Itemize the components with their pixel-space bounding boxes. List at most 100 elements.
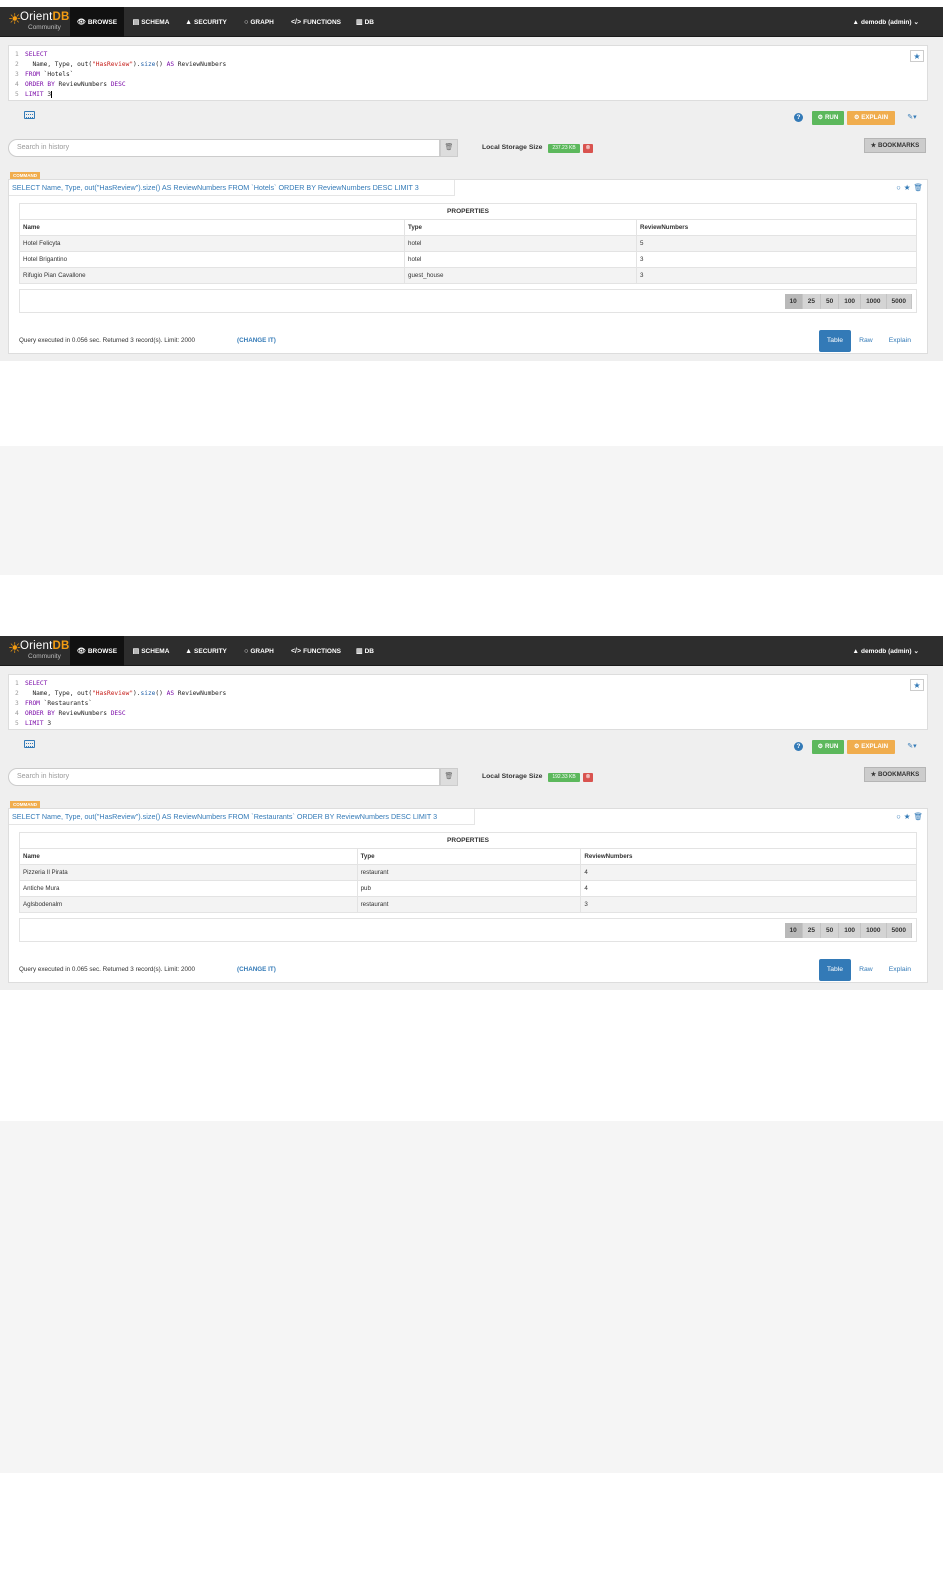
editor-line: 3 FROM `Hotels` <box>15 71 74 78</box>
bookmark-star-icon[interactable]: ★ <box>910 50 924 62</box>
code-icon: </> <box>290 18 302 26</box>
help-icon[interactable]: ? <box>794 742 803 751</box>
bookmarks-button[interactable]: ★ BOOKMARKS <box>864 138 926 153</box>
nav-schema[interactable]: ▤ SCHEMA <box>126 636 176 666</box>
nav-schema[interactable]: ▤ SCHEMA <box>126 7 176 37</box>
query-title[interactable]: SELECT Name, Type, out("HasReview").size… <box>9 809 475 825</box>
orientdb-logo[interactable]: ☀ OrientDB Community <box>8 638 69 664</box>
tab-explain[interactable]: Explain <box>881 330 919 352</box>
tab-raw[interactable]: Raw <box>851 330 881 352</box>
table-cell: guest_house <box>404 267 637 284</box>
eye-icon: 👁 <box>76 648 86 655</box>
page-size-option[interactable]: 50 <box>820 294 840 309</box>
clear-storage-button[interactable]: ⊗ <box>583 144 593 153</box>
table-row[interactable]: Hotel Felicyta hotel 5 <box>19 235 917 252</box>
refresh-icon[interactable]: ○ <box>896 183 901 192</box>
table-row[interactable]: Rifugio Pian Cavallone guest_house 3 <box>19 267 917 284</box>
page-size-option[interactable]: 25 <box>802 294 821 309</box>
table-cell: Hotel Brigantino <box>19 251 405 268</box>
bookmarks-button[interactable]: ★ BOOKMARKS <box>864 767 926 782</box>
user-menu[interactable]: ▲ demodb (admin) ⌄ <box>853 7 919 37</box>
page-size-option[interactable]: 1000 <box>861 294 887 309</box>
storage-size-badge: 237.23 KB <box>548 144 580 153</box>
page-size-option[interactable]: 100 <box>839 923 862 938</box>
refresh-icon[interactable]: ○ <box>896 812 901 821</box>
editor-line: 5 LIMIT 3 <box>15 720 52 727</box>
column-header[interactable]: Name <box>19 219 405 236</box>
panel-actions: ○ ★ 🗑 <box>896 812 923 821</box>
keyboard-icon[interactable] <box>24 740 35 748</box>
page-size-option[interactable]: 50 <box>820 923 840 938</box>
trash-icon[interactable]: 🗑 <box>440 139 458 157</box>
run-button[interactable]: ⚙ RUN <box>812 111 844 125</box>
table-row[interactable]: Pizzeria Il Pirata restaurant 4 <box>19 864 917 881</box>
page-size-option[interactable]: 10 <box>784 294 803 309</box>
page-size-option[interactable]: 5000 <box>886 923 912 938</box>
table-cell: restaurant <box>356 864 582 881</box>
nav-graph[interactable]: ○ GRAPH <box>238 636 280 666</box>
editor-line: 2 Name, Type, out("HasReview").size() AS… <box>15 690 227 697</box>
page-size-option[interactable]: 1000 <box>861 923 887 938</box>
tab-explain[interactable]: Explain <box>881 959 919 981</box>
nav-db[interactable]: ▥ DB <box>350 636 380 666</box>
table-cell: hotel <box>404 251 637 268</box>
history-search-input[interactable]: Search in history <box>8 139 440 157</box>
tab-raw[interactable]: Raw <box>851 959 881 981</box>
view-tabs: Table Raw Explain <box>818 959 919 981</box>
tab-table[interactable]: Table <box>818 330 852 352</box>
nav-graph[interactable]: ○ GRAPH <box>238 7 280 37</box>
column-header[interactable]: Type <box>356 848 582 865</box>
column-header[interactable]: Name <box>19 848 358 865</box>
page-size-option[interactable]: 10 <box>784 923 803 938</box>
trash-icon[interactable]: 🗑 <box>440 768 458 786</box>
query-editor[interactable]: 1 SELECT 2 Name, Type, out("HasReview").si… <box>8 45 928 101</box>
nav-browse[interactable]: 👁 BROWSE <box>70 7 124 37</box>
table-row[interactable]: Aglsbodenalm restaurant 3 <box>19 896 917 913</box>
nav-db[interactable]: ▥ DB <box>350 7 380 37</box>
table-cell: hotel <box>404 235 637 252</box>
query-title[interactable]: SELECT Name, Type, out("HasReview").size… <box>9 180 455 196</box>
nav-functions[interactable]: </> FUNCTIONS <box>286 7 346 37</box>
help-icon[interactable]: ? <box>794 113 803 122</box>
orientdb-logo[interactable]: ☀ OrientDB Community <box>8 9 69 35</box>
nav-security[interactable]: ▲ SECURITY <box>180 7 232 37</box>
table-cell: Antiche Mura <box>19 880 358 897</box>
bookmark-star-icon[interactable]: ★ <box>910 679 924 691</box>
run-button[interactable]: ⚙ RUN <box>812 740 844 754</box>
pagination-bar: 10 25 50 100 1000 5000 <box>19 289 917 313</box>
column-header[interactable]: ReviewNumbers <box>580 848 917 865</box>
keyboard-icon[interactable] <box>24 111 35 119</box>
wrench-icon[interactable]: ✎▾ <box>902 111 922 125</box>
editor-line: 4 ORDER BY ReviewNumbers DESC <box>15 81 126 88</box>
history-search-input[interactable]: Search in history <box>8 768 440 786</box>
query-editor[interactable]: 1 SELECT 2 Name, Type, out("HasReview").si… <box>8 674 928 730</box>
column-header[interactable]: ReviewNumbers <box>636 219 917 236</box>
table-cell: 3 <box>580 896 917 913</box>
change-limit-link[interactable]: (CHANGE IT) <box>237 337 276 344</box>
table-cell: Rifugio Pian Cavallone <box>19 267 405 284</box>
change-limit-link[interactable]: (CHANGE IT) <box>237 966 276 973</box>
star-icon[interactable]: ★ <box>904 183 911 192</box>
page-size-option[interactable]: 25 <box>802 923 821 938</box>
page-size-option[interactable]: 5000 <box>886 294 912 309</box>
star-icon[interactable]: ★ <box>904 812 911 821</box>
nav-functions[interactable]: </> FUNCTIONS <box>286 636 346 666</box>
table-cell: 5 <box>636 235 917 252</box>
explain-button[interactable]: ⚙ EXPLAIN <box>847 111 895 125</box>
explain-button[interactable]: ⚙ EXPLAIN <box>847 740 895 754</box>
nav-browse[interactable]: 👁 BROWSE <box>70 636 124 666</box>
user-menu[interactable]: ▲ demodb (admin) ⌄ <box>853 636 919 666</box>
trash-icon[interactable]: 🗑 <box>913 812 923 821</box>
result-panel: SELECT Name, Type, out("HasReview").size… <box>8 808 928 983</box>
tab-table[interactable]: Table <box>818 959 852 981</box>
column-header[interactable]: Type <box>404 219 637 236</box>
wrench-icon[interactable]: ✎▾ <box>902 740 922 754</box>
table-cell: Hotel Felicyta <box>19 235 405 252</box>
trash-icon[interactable]: 🗑 <box>913 183 923 192</box>
nav-security[interactable]: ▲ SECURITY <box>180 636 232 666</box>
table-row[interactable]: Antiche Mura pub 4 <box>19 880 917 897</box>
table-row[interactable]: Hotel Brigantino hotel 3 <box>19 251 917 268</box>
table-caption: PROPERTIES <box>19 203 917 220</box>
clear-storage-button[interactable]: ⊗ <box>583 773 593 782</box>
page-size-option[interactable]: 100 <box>839 294 862 309</box>
